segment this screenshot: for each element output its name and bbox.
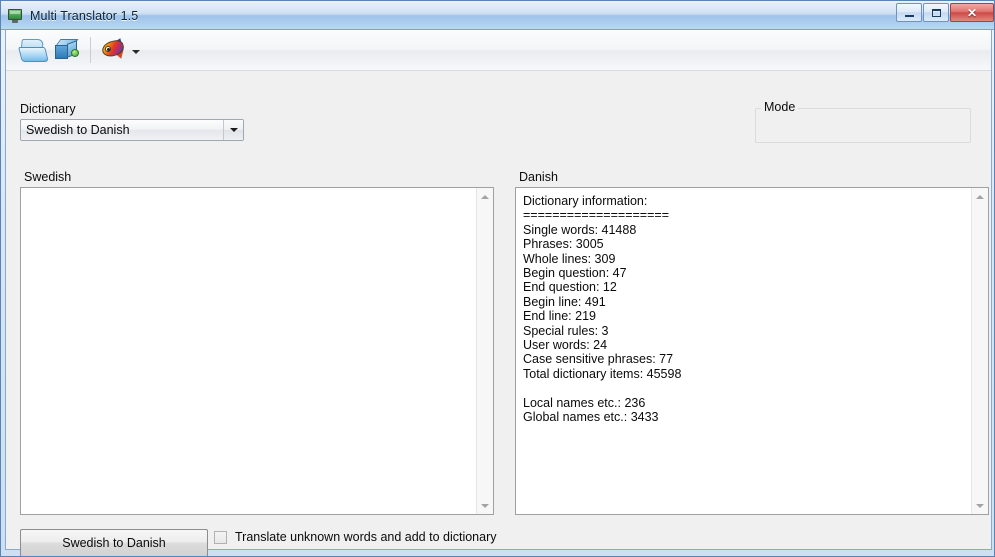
application-window: Multi Translator 1.5 ✕ Dictionary Swedis…	[0, 0, 995, 557]
mode-group-title: Mode	[761, 100, 799, 114]
scroll-down-icon[interactable]	[477, 497, 493, 514]
open-file-button[interactable]	[16, 33, 50, 67]
close-button[interactable]: ✕	[950, 3, 994, 22]
dictionary-select[interactable]: Swedish to Danish	[20, 119, 244, 141]
chevron-down-icon[interactable]	[132, 50, 140, 54]
monitor-icon	[8, 8, 24, 24]
window-controls: ✕	[896, 3, 994, 22]
source-textarea[interactable]	[21, 188, 475, 514]
chevron-down-icon	[229, 128, 238, 132]
source-language-label: Swedish	[24, 170, 72, 184]
client-area: Dictionary Swedish to Danish Subtitle Te…	[5, 30, 992, 556]
open-folder-icon	[18, 37, 49, 63]
target-language-label: Danish	[519, 170, 558, 184]
scroll-up-icon[interactable]	[972, 188, 988, 205]
source-text-panel[interactable]	[20, 187, 494, 515]
checkbox-indicator	[214, 530, 227, 544]
minimize-icon	[904, 14, 914, 17]
target-scrollbar[interactable]	[971, 188, 988, 514]
translate-button[interactable]: Swedish to Danish	[20, 529, 208, 556]
export-button[interactable]	[50, 33, 84, 67]
minimize-button[interactable]	[896, 3, 922, 22]
dictionary-dropdown-button[interactable]	[223, 120, 243, 140]
maximize-icon	[931, 8, 941, 17]
babel-fish-icon	[100, 36, 127, 62]
toolbar	[6, 30, 991, 71]
maximize-button[interactable]	[923, 3, 949, 22]
dictionary-label: Dictionary	[20, 102, 76, 116]
source-scrollbar[interactable]	[476, 188, 493, 514]
target-textarea[interactable]: Dictionary information: ================…	[516, 188, 970, 514]
translate-unknown-words-label: Translate unknown words and add to dicti…	[235, 530, 497, 544]
translate-unknown-words-checkbox[interactable]: Translate unknown words and add to dicti…	[214, 530, 497, 544]
scroll-up-icon[interactable]	[477, 188, 493, 205]
target-text-panel[interactable]: Dictionary information: ================…	[515, 187, 989, 515]
translate-engine-button[interactable]	[97, 33, 131, 67]
close-icon: ✕	[966, 5, 978, 20]
blue-box-icon	[54, 38, 80, 62]
scroll-down-icon[interactable]	[972, 497, 988, 514]
dictionary-selected-value: Swedish to Danish	[26, 123, 130, 137]
toolbar-separator	[90, 37, 91, 63]
window-title: Multi Translator 1.5	[30, 9, 139, 23]
title-bar: Multi Translator 1.5 ✕	[1, 1, 994, 30]
